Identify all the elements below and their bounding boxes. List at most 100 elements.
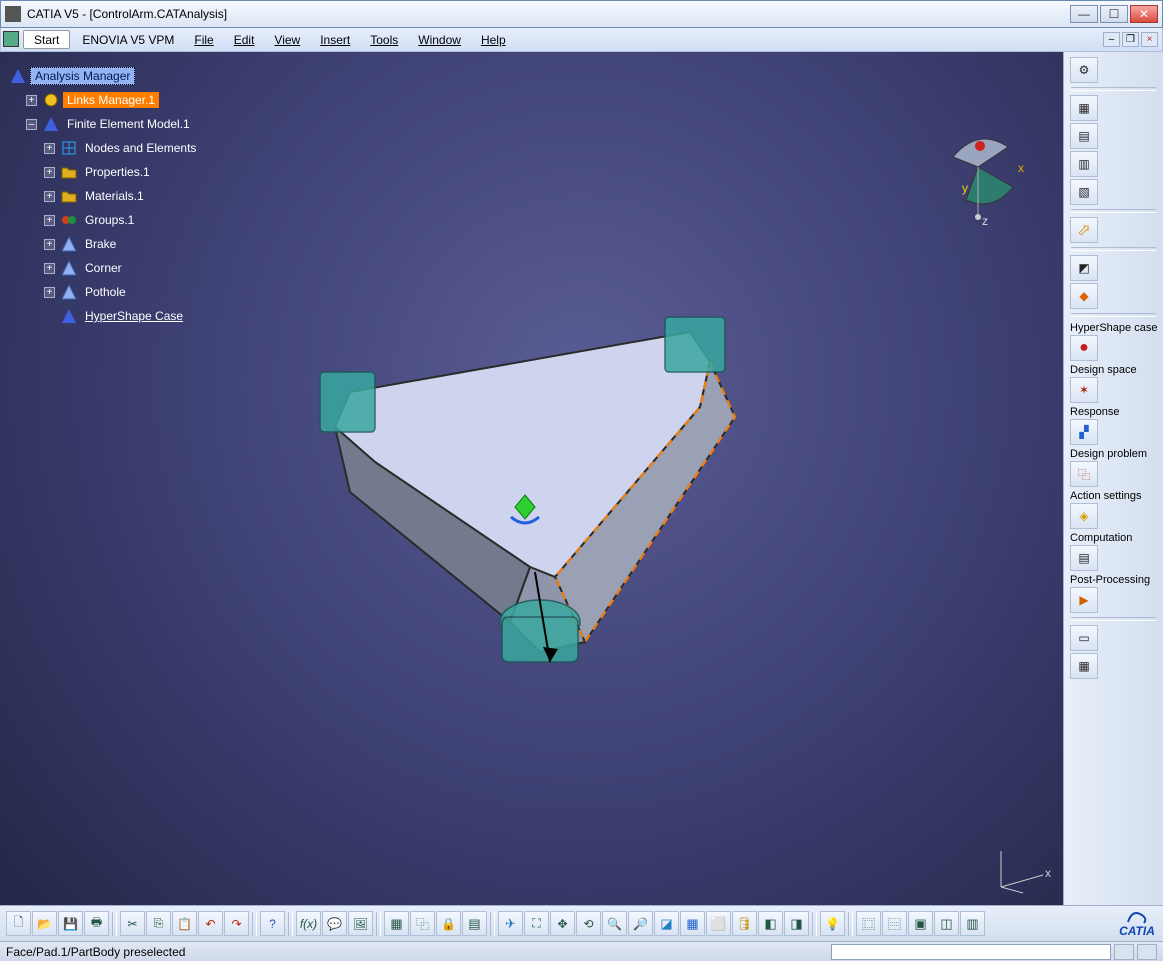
design-space-button[interactable]: ✶ (1070, 377, 1098, 403)
tree-links-row[interactable]: + Links Manager.1 (8, 88, 200, 112)
menu-start[interactable]: Start (23, 30, 70, 49)
toolbox-button-3[interactable]: ▥ (1070, 151, 1098, 177)
tree-pothole-row[interactable]: + Pothole (8, 280, 200, 304)
isoview-button[interactable]: ⬜ (706, 911, 731, 936)
hide-button[interactable]: ◧ (758, 911, 783, 936)
action-settings-button[interactable]: ◈ (1070, 503, 1098, 529)
extra-button-2[interactable]: ⿳ (882, 911, 907, 936)
tree-groups-row[interactable]: + Groups.1 (8, 208, 200, 232)
status-button-1[interactable] (1114, 944, 1134, 960)
pointer-button[interactable]: ⬀ (1070, 217, 1098, 243)
multiview-button[interactable]: ▦ (680, 911, 705, 936)
compass-gizmo[interactable]: x y z (918, 122, 1038, 232)
maximize-button[interactable]: ☐ (1100, 5, 1128, 23)
expand-icon[interactable]: + (44, 215, 55, 226)
toolbox-button-2[interactable]: ▤ (1070, 123, 1098, 149)
copy-button[interactable]: ⎘ (146, 911, 171, 936)
tree-nodes-row[interactable]: + Nodes and Elements (8, 136, 200, 160)
tree-props-row[interactable]: + Properties.1 (8, 160, 200, 184)
menu-window[interactable]: Window (408, 28, 471, 51)
response-button[interactable]: ▞ (1070, 419, 1098, 445)
window-titlebar: CATIA V5 - [ControlArm.CATAnalysis] — ☐ … (0, 0, 1163, 28)
fit-button[interactable]: ⛶ (524, 911, 549, 936)
menu-file[interactable]: File (184, 28, 223, 51)
expand-icon[interactable]: + (26, 95, 37, 106)
print-button[interactable]: 🖶 (84, 911, 109, 936)
redo-button[interactable]: ↷ (224, 911, 249, 936)
postprocessing-button[interactable]: ▶ (1070, 587, 1098, 613)
expand-icon[interactable]: + (44, 167, 55, 178)
tree-mats-row[interactable]: + Materials.1 (8, 184, 200, 208)
toolbox-button-4[interactable]: ▧ (1070, 179, 1098, 205)
open-button[interactable]: 📂 (32, 911, 57, 936)
tree-root-row[interactable]: Analysis Manager (8, 64, 200, 88)
save-button[interactable]: 💾 (58, 911, 83, 936)
settings-gear-button[interactable]: ⚙ (1070, 57, 1098, 83)
extra-button-5[interactable]: ▥ (960, 911, 985, 936)
minimize-button[interactable]: — (1070, 5, 1098, 23)
paste-button[interactable]: 📋 (172, 911, 197, 936)
mdi-minimize-button[interactable]: – (1103, 32, 1120, 47)
tree-hypershape-row[interactable]: + HyperShape Case (8, 304, 200, 328)
status-button-2[interactable] (1137, 944, 1157, 960)
tree-brake-row[interactable]: + Brake (8, 232, 200, 256)
pan-button[interactable]: ✥ (550, 911, 575, 936)
whatsthis-button[interactable]: ? (260, 911, 285, 936)
toolbox-button-1[interactable]: ▦ (1070, 95, 1098, 121)
shade-button[interactable]: ◆ (1070, 283, 1098, 309)
undo-button[interactable]: ↶ (198, 911, 223, 936)
render-button[interactable]: 🛢 (732, 911, 757, 936)
expand-icon[interactable]: + (44, 239, 55, 250)
zoomout-icon: 🔎 (633, 917, 648, 931)
fly-button[interactable]: ✈ (498, 911, 523, 936)
collapse-icon[interactable]: – (26, 119, 37, 130)
extra-button-4[interactable]: ◫ (934, 911, 959, 936)
stack-button[interactable]: ▤ (462, 911, 487, 936)
grid-button[interactable]: ▦ (384, 911, 409, 936)
expand-icon[interactable]: + (44, 263, 55, 274)
zoomout-button[interactable]: 🔎 (628, 911, 653, 936)
comment-button[interactable]: 💬 (322, 911, 347, 936)
mdi-restore-button[interactable]: ❐ (1122, 32, 1139, 47)
mdi-close-button[interactable]: × (1141, 32, 1158, 47)
lock-button[interactable]: 🔒 (436, 911, 461, 936)
expand-icon[interactable]: + (44, 143, 55, 154)
design-problem-button[interactable]: ⿻ (1070, 461, 1098, 487)
close-button[interactable]: ✕ (1130, 5, 1158, 23)
image-button[interactable]: 🖼 (348, 911, 373, 936)
arrow-icon: ⬀ (1077, 220, 1090, 240)
menu-enovia[interactable]: ENOVIA V5 VPM (72, 28, 184, 51)
cut-button[interactable]: ✂ (120, 911, 145, 936)
extra-button-1[interactable]: ⿴ (856, 911, 881, 936)
menu-view[interactable]: View (264, 28, 310, 51)
bulb-button[interactable]: 💡 (820, 911, 845, 936)
swap-button[interactable]: ◨ (784, 911, 809, 936)
tree-button[interactable]: ⿻ (410, 911, 435, 936)
view-button-2[interactable]: ▦ (1070, 653, 1098, 679)
viewport[interactable]: Analysis Manager + Links Manager.1 – Fin… (0, 52, 1163, 905)
fx-button[interactable]: f(x) (296, 911, 321, 936)
menu-tools-label: Tools (370, 33, 398, 47)
tree-fem-row[interactable]: – Finite Element Model.1 (8, 112, 200, 136)
expand-icon[interactable]: + (44, 287, 55, 298)
expand-icon[interactable]: + (44, 191, 55, 202)
model-3d[interactable] (280, 232, 840, 702)
rotate-button[interactable]: ⟲ (576, 911, 601, 936)
menu-tools[interactable]: Tools (360, 28, 408, 51)
sidebar-label-hypershape: HyperShape case (1066, 320, 1159, 334)
computation-button[interactable]: ▤ (1070, 545, 1098, 571)
normal-button[interactable]: ◪ (654, 911, 679, 936)
hypershape-case-button[interactable]: ● (1070, 335, 1098, 361)
zoomin-button[interactable]: 🔍 (602, 911, 627, 936)
tree-corner-row[interactable]: + Corner (8, 256, 200, 280)
view-button-1[interactable]: ▭ (1070, 625, 1098, 651)
menu-help[interactable]: Help (471, 28, 516, 51)
links-icon (43, 92, 59, 108)
extra-button-3[interactable]: ▣ (908, 911, 933, 936)
menu-edit[interactable]: Edit (224, 28, 265, 51)
command-input[interactable] (831, 944, 1111, 960)
new-button[interactable]: 🗋 (6, 911, 31, 936)
display-mode-button[interactable]: ◩ (1070, 255, 1098, 281)
triangle-icon: ▶ (1079, 593, 1088, 607)
menu-insert[interactable]: Insert (310, 28, 360, 51)
